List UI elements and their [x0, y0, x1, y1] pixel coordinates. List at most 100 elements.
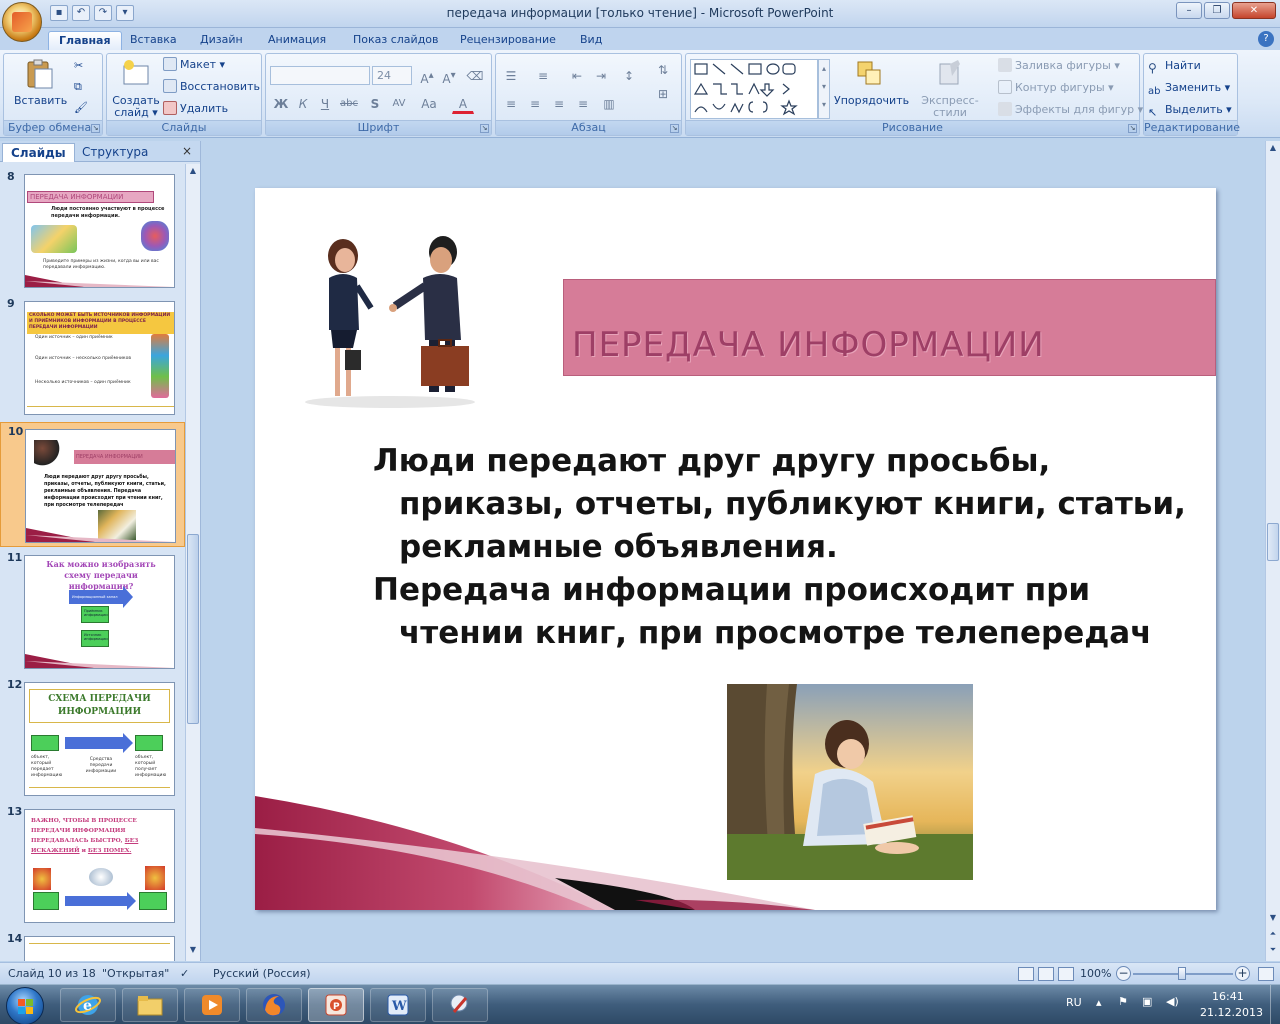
tab-insert[interactable]: Вставка — [120, 31, 187, 50]
font-size-combo[interactable]: 24 — [372, 66, 412, 85]
font-color-button[interactable]: A — [452, 94, 474, 114]
minimize-button[interactable]: – — [1176, 2, 1202, 19]
slide-thumb-11[interactable]: 11 Как можно изобразить схему передачи и… — [0, 549, 185, 674]
fit-slide-icon[interactable] — [1258, 967, 1274, 981]
tab-slideshow[interactable]: Показ слайдов — [343, 31, 449, 50]
text-direction-icon[interactable]: ⇅ — [652, 60, 674, 80]
align-left-icon[interactable]: ≡ — [500, 94, 522, 114]
scroll-up-icon[interactable]: ▲ — [1267, 143, 1279, 157]
decrease-indent-icon[interactable]: ⇤ — [566, 66, 588, 86]
scroll-down-icon[interactable]: ▼ — [1267, 913, 1279, 927]
taskbar-firefox-icon[interactable] — [246, 988, 302, 1022]
pane-tab-outline[interactable]: Структура — [74, 143, 156, 162]
align-right-icon[interactable]: ≡ — [548, 94, 570, 114]
start-button[interactable] — [6, 987, 44, 1024]
shapes-gallery[interactable] — [690, 59, 818, 119]
columns-icon[interactable]: ▥ — [598, 94, 620, 114]
slide-body[interactable]: Люди передают друг другу просьбы, приказ… — [373, 440, 1203, 655]
char-spacing-button[interactable]: AV — [388, 94, 410, 114]
taskbar-tool-icon[interactable] — [432, 988, 488, 1022]
show-hidden-icons-icon[interactable]: ▴ — [1096, 996, 1102, 1009]
slideshow-view-icon[interactable] — [1058, 967, 1074, 981]
pane-scroll-thumb[interactable] — [187, 534, 199, 724]
new-slide-button[interactable]: Создать слайд ▾ — [109, 58, 163, 119]
line-spacing-icon[interactable]: ↕ — [618, 66, 640, 86]
normal-view-icon[interactable] — [1018, 967, 1034, 981]
office-button[interactable] — [2, 2, 42, 42]
slide-scroll-thumb[interactable] — [1267, 523, 1279, 561]
font-launcher-icon[interactable]: ↘ — [480, 124, 489, 133]
paragraph-launcher-icon[interactable]: ↘ — [670, 124, 679, 133]
slide-scrollbar[interactable]: ▲ ▼ ⏶ ⏷ — [1265, 141, 1280, 961]
zoom-out-icon[interactable]: − — [1116, 966, 1131, 981]
slide-thumb-8[interactable]: 8 ПЕРЕДАЧА ИНФОРМАЦИИ Люди постоянно уча… — [0, 168, 185, 293]
tab-home[interactable]: Главная — [48, 31, 122, 50]
pane-close-icon[interactable]: × — [182, 144, 192, 158]
change-case-button[interactable]: Aa — [418, 94, 440, 114]
shape-fill-button[interactable]: Заливка фигуры ▾ — [998, 57, 1120, 75]
tab-review[interactable]: Рецензирование — [450, 31, 566, 50]
justify-icon[interactable]: ≡ — [572, 94, 594, 114]
clear-format-icon[interactable]: ⌫ — [464, 66, 486, 86]
taskbar-ie-icon[interactable]: e — [60, 988, 116, 1022]
help-icon[interactable]: ? — [1258, 31, 1274, 47]
format-painter-icon[interactable]: 🖌 — [74, 99, 88, 117]
align-center-icon[interactable]: ≡ — [524, 94, 546, 114]
align-text-icon[interactable]: ⊞ — [652, 84, 674, 104]
action-center-flag-icon[interactable]: ⚑ — [1118, 995, 1128, 1008]
scroll-up-icon[interactable]: ▲ — [187, 166, 199, 180]
delete-slide-button[interactable]: Удалить — [163, 100, 228, 118]
slide-thumb-9[interactable]: 9 СКОЛЬКО МОЖЕТ БЫТЬ ИСТОЧНИКОВ ИНФОРМАЦ… — [0, 295, 185, 420]
pane-scrollbar[interactable]: ▲ ▼ — [185, 164, 200, 961]
clipboard-launcher-icon[interactable]: ↘ — [91, 124, 100, 133]
taskbar-mediaplayer-icon[interactable] — [184, 988, 240, 1022]
shapes-scroll[interactable]: ▴ ▾ ▾ — [818, 59, 830, 119]
zoom-slider-knob[interactable] — [1178, 967, 1186, 980]
tab-design[interactable]: Дизайн — [190, 31, 253, 50]
tab-animation[interactable]: Анимация — [258, 31, 336, 50]
slide-thumb-13[interactable]: 13 ВАЖНО, ЧТОБЫ В ПРОЦЕССЕ ПЕРЕДАЧИ ИНФО… — [0, 803, 185, 928]
copy-icon[interactable]: ⧉ — [74, 78, 82, 96]
quick-styles-button[interactable]: Экспресс-стили — [908, 58, 992, 119]
input-language[interactable]: RU — [1066, 996, 1082, 1009]
network-icon[interactable]: ▣ — [1142, 995, 1152, 1008]
shape-outline-button[interactable]: Контур фигуры ▾ — [998, 79, 1114, 97]
slide-thumb-12[interactable]: 12 СХЕМА ПЕРЕДАЧИ ИНФОРМАЦИИ объект, кот… — [0, 676, 185, 801]
drawing-launcher-icon[interactable]: ↘ — [1128, 124, 1137, 133]
taskbar-word-icon[interactable]: W — [370, 988, 426, 1022]
clock-date[interactable]: 21.12.2013 — [1200, 1006, 1263, 1019]
volume-icon[interactable]: ◀) — [1166, 995, 1179, 1008]
paste-button[interactable]: Вставить — [14, 58, 67, 107]
shape-effects-button[interactable]: Эффекты для фигур ▾ — [998, 101, 1143, 119]
taskbar-explorer-icon[interactable] — [122, 988, 178, 1022]
grow-font-icon[interactable]: A▴ — [416, 66, 438, 86]
spellcheck-icon[interactable]: ✓ — [180, 967, 189, 980]
taskbar-powerpoint-icon[interactable]: P — [308, 988, 364, 1022]
clock-time[interactable]: 16:41 — [1212, 990, 1244, 1003]
pane-tab-slides[interactable]: Слайды — [2, 143, 75, 162]
shrink-font-icon[interactable]: A▾ — [438, 66, 460, 86]
bullets-icon[interactable]: ☰ — [500, 66, 522, 86]
close-button[interactable]: ✕ — [1232, 2, 1276, 19]
cut-icon[interactable]: ✂ — [74, 57, 83, 75]
bold-button[interactable]: Ж — [270, 94, 292, 114]
previous-slide-icon[interactable]: ⏶ — [1267, 929, 1279, 943]
restore-button[interactable]: ❐ — [1204, 2, 1230, 19]
slide-title[interactable]: ПЕРЕДАЧА ИНФОРМАЦИИ — [572, 325, 1045, 365]
show-desktop-button[interactable] — [1270, 985, 1280, 1024]
scroll-down-icon[interactable]: ▼ — [187, 945, 199, 959]
find-button[interactable]: ⚲ Найти — [1148, 57, 1201, 75]
next-slide-icon[interactable]: ⏷ — [1267, 945, 1279, 959]
numbering-icon[interactable]: ≡ — [532, 66, 554, 86]
strikethrough-button[interactable]: abc — [338, 94, 360, 114]
reset-button[interactable]: Восстановить — [163, 78, 260, 96]
slide-thumb-14[interactable]: 14 — [0, 930, 185, 961]
underline-button[interactable]: Ч — [314, 94, 336, 114]
tab-view[interactable]: Вид — [570, 31, 612, 50]
font-name-combo[interactable] — [270, 66, 370, 85]
current-slide[interactable]: ПЕРЕДАЧА ИНФОРМАЦИИ Люди передают друг д… — [255, 188, 1216, 910]
slide-sorter-icon[interactable] — [1038, 967, 1054, 981]
zoom-level[interactable]: 100% — [1080, 967, 1111, 980]
arrange-button[interactable]: Упорядочить — [834, 58, 909, 107]
italic-button[interactable]: К — [292, 94, 314, 114]
